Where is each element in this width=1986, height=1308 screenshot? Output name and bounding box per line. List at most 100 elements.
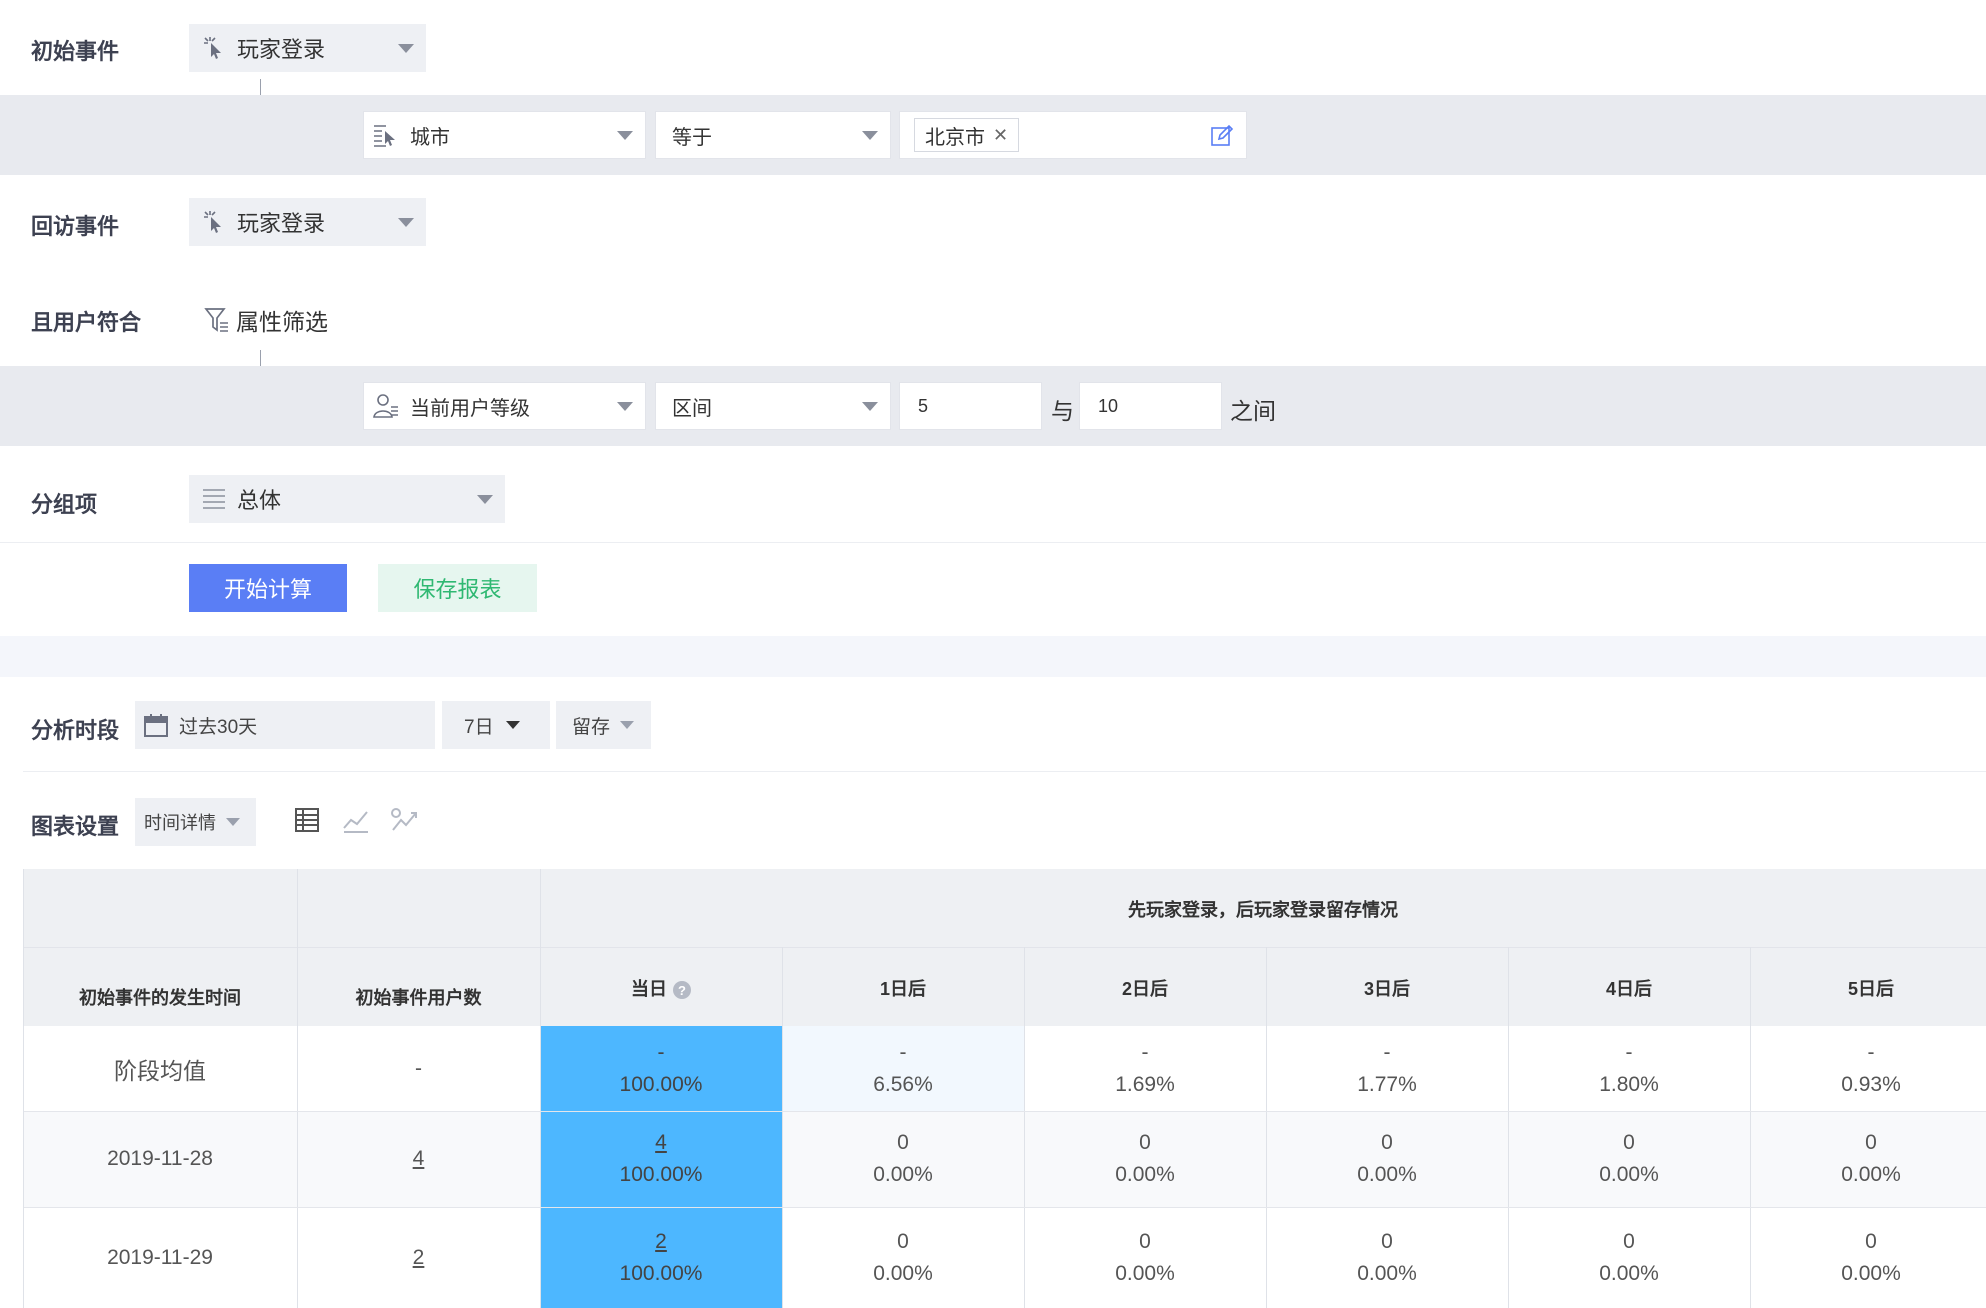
retention-cell: - 1.77%: [1266, 1026, 1508, 1111]
cell-percent: 1.69%: [1115, 1072, 1175, 1096]
table-row: 阶段均值 - - 100.00% - 6.56% - 1.69% - 1.77% - 1.…: [23, 1026, 1986, 1111]
retention-cell: 0 0.00%: [1266, 1111, 1508, 1207]
city-property-value: 城市: [410, 126, 450, 149]
cell-count-link[interactable]: 4: [655, 1127, 667, 1159]
row-time: 阶段均值: [114, 1057, 206, 1084]
cell-percent: 1.80%: [1599, 1072, 1659, 1096]
metric-value: 留存: [572, 716, 611, 738]
and-text: 与: [1051, 398, 1074, 424]
retention-cell: - 1.69%: [1024, 1026, 1266, 1111]
row-users-link[interactable]: 4: [297, 1111, 540, 1207]
help-icon[interactable]: ?: [673, 981, 691, 1000]
return-event-select[interactable]: 玩家登录: [189, 198, 426, 246]
cell-count: 0: [1139, 1131, 1151, 1154]
edit-icon[interactable]: [1210, 124, 1234, 154]
range-operator-select[interactable]: 区间: [655, 382, 891, 430]
cell-percent: 6.56%: [873, 1072, 933, 1096]
cell-percent: 0.00%: [1357, 1163, 1417, 1186]
col-header-users: 初始事件用户数: [355, 988, 482, 1008]
column-divider: [1750, 947, 1751, 1308]
retention-cell: 0 0.00%: [782, 1207, 1024, 1308]
cell-percent: 0.00%: [873, 1261, 933, 1285]
list-icon: [199, 484, 229, 514]
retention-cell: - 6.56%: [782, 1026, 1024, 1111]
cell-percent: 0.00%: [1599, 1261, 1659, 1285]
cell-percent: 0.00%: [1357, 1261, 1417, 1285]
column-divider: [1266, 947, 1267, 1308]
row-divider: [23, 1111, 1986, 1112]
user-icon: [372, 392, 400, 420]
initial-event-label: 初始事件: [31, 39, 120, 64]
cell-count: 0: [1381, 1229, 1393, 1253]
group-by-label: 分组项: [31, 492, 98, 517]
initial-event-select[interactable]: 玩家登录: [189, 24, 426, 72]
date-range-picker[interactable]: 过去30天: [135, 701, 435, 749]
retention-cell: 0 0.00%: [1508, 1207, 1750, 1308]
line-chart-icon[interactable]: [341, 805, 371, 835]
chevron-down-icon: [398, 44, 414, 53]
chevron-down-icon: [398, 218, 414, 227]
chart-mode-select[interactable]: 时间详情: [135, 798, 256, 846]
table-row: 2019-11-29 2 2 100.00% 0 0.00% 0 0.00% 0 0.0…: [23, 1207, 1986, 1308]
chevron-down-icon: [505, 721, 520, 729]
cell-percent: 0.00%: [1599, 1163, 1659, 1186]
table-border: [23, 869, 24, 1308]
cell-percent: 0.00%: [1115, 1261, 1175, 1285]
cell-percent: 0.00%: [873, 1163, 933, 1186]
row-users-link[interactable]: 2: [297, 1207, 540, 1308]
cell-count: 0: [1623, 1229, 1635, 1253]
range-max-input[interactable]: 10: [1079, 382, 1222, 430]
col-header-day0: 当日?: [540, 975, 782, 1001]
cell-count: -: [1625, 1040, 1633, 1064]
chevron-down-icon: [862, 131, 878, 140]
group-by-select[interactable]: 总体: [189, 475, 505, 523]
retention-table: 先玩家登录，后玩家登录留存情况 初始事件的发生时间 初始事件用户数 当日? 1日…: [23, 869, 1986, 1308]
row-time: 2019-11-28: [107, 1147, 213, 1170]
operator-select[interactable]: 等于: [655, 111, 891, 159]
property-icon: [372, 121, 400, 149]
user-level-property-select[interactable]: 当前用户等级: [363, 382, 646, 430]
col-header-day1: 1日后: [879, 979, 926, 999]
days-select[interactable]: 7日: [442, 701, 550, 749]
filter-panel: 初始事件 玩家登录 城市 等于 北京市 ✕ 回访事件 玩家登录 且用户符合 属性…: [0, 0, 1986, 636]
range-min-input[interactable]: 5: [899, 382, 1042, 430]
group-header: 先玩家登录，后玩家登录留存情况: [1128, 900, 1398, 920]
range-operator-value: 区间: [672, 397, 712, 420]
city-property-select[interactable]: 城市: [363, 111, 646, 159]
chevron-down-icon: [617, 402, 633, 411]
retention-cell: - 0.93%: [1750, 1026, 1986, 1111]
analysis-period-label: 分析时段: [31, 718, 120, 743]
date-range-value: 过去30天: [179, 716, 258, 738]
save-report-button[interactable]: 保存报表: [378, 564, 537, 612]
return-event-value: 玩家登录: [237, 211, 326, 236]
retention-cell: 0 0.00%: [1024, 1207, 1266, 1308]
column-divider: [782, 947, 783, 1308]
table-view-icon[interactable]: [292, 805, 322, 835]
start-calc-button[interactable]: 开始计算: [189, 564, 347, 612]
operator-value: 等于: [672, 126, 712, 149]
return-event-label: 回访事件: [31, 214, 120, 239]
user-level-value: 当前用户等级: [410, 397, 530, 420]
col-header-day3: 3日后: [1363, 979, 1410, 999]
close-icon[interactable]: ✕: [993, 125, 1008, 146]
calendar-icon: [143, 712, 169, 738]
cell-count: 0: [897, 1131, 909, 1154]
retention-cell: 0 0.00%: [782, 1111, 1024, 1207]
cell-count: -: [899, 1040, 907, 1064]
trend-chart-icon[interactable]: [389, 805, 419, 835]
city-tag: 北京市 ✕: [914, 118, 1020, 152]
chevron-down-icon: [617, 131, 633, 140]
attribute-filter-button[interactable]: 属性筛选: [204, 303, 328, 337]
row-users: -: [415, 1056, 422, 1080]
cell-count-link[interactable]: 2: [655, 1226, 667, 1258]
cell-percent: 0.00%: [1841, 1163, 1901, 1186]
metric-select[interactable]: 留存: [556, 701, 651, 749]
funnel-icon: [204, 306, 230, 334]
cell-percent: 0.93%: [1841, 1072, 1901, 1096]
city-value-input[interactable]: 北京市 ✕: [899, 111, 1247, 159]
initial-event-value: 玩家登录: [237, 37, 326, 62]
retention-cell: 0 0.00%: [1266, 1207, 1508, 1308]
cell-percent: 0.00%: [1841, 1261, 1901, 1285]
retention-cell: 0 0.00%: [1508, 1111, 1750, 1207]
chevron-down-icon: [477, 495, 493, 504]
